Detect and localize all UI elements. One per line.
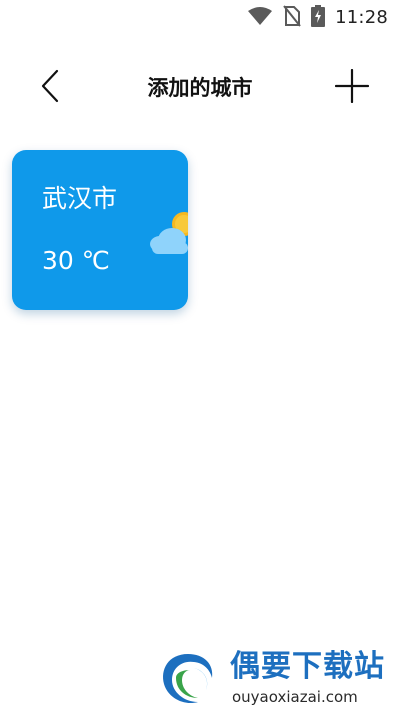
status-time: 11:28 — [335, 7, 388, 28]
wifi-icon — [247, 6, 273, 30]
watermark-logo-icon — [158, 650, 218, 708]
status-icons: 11:28 — [247, 5, 388, 31]
plus-icon — [334, 68, 370, 107]
battery-charging-icon — [311, 5, 326, 31]
status-bar: 11:28 — [0, 0, 400, 36]
watermark-title: 偶要下载站 — [230, 649, 385, 684]
add-city-button[interactable] — [330, 66, 374, 110]
header-bar: 添加的城市 — [0, 54, 400, 122]
city-name: 武汉市 — [42, 184, 118, 213]
partly-cloudy-icon — [148, 206, 188, 258]
watermark: 偶要下载站 ouyaoxiazai.com — [158, 648, 398, 710]
watermark-url: ouyaoxiazai.com — [232, 688, 358, 706]
no-sim-icon — [283, 5, 301, 31]
city-temperature: 30 ℃ — [42, 246, 110, 275]
city-card[interactable]: 武汉市 30 ℃ — [12, 150, 188, 310]
